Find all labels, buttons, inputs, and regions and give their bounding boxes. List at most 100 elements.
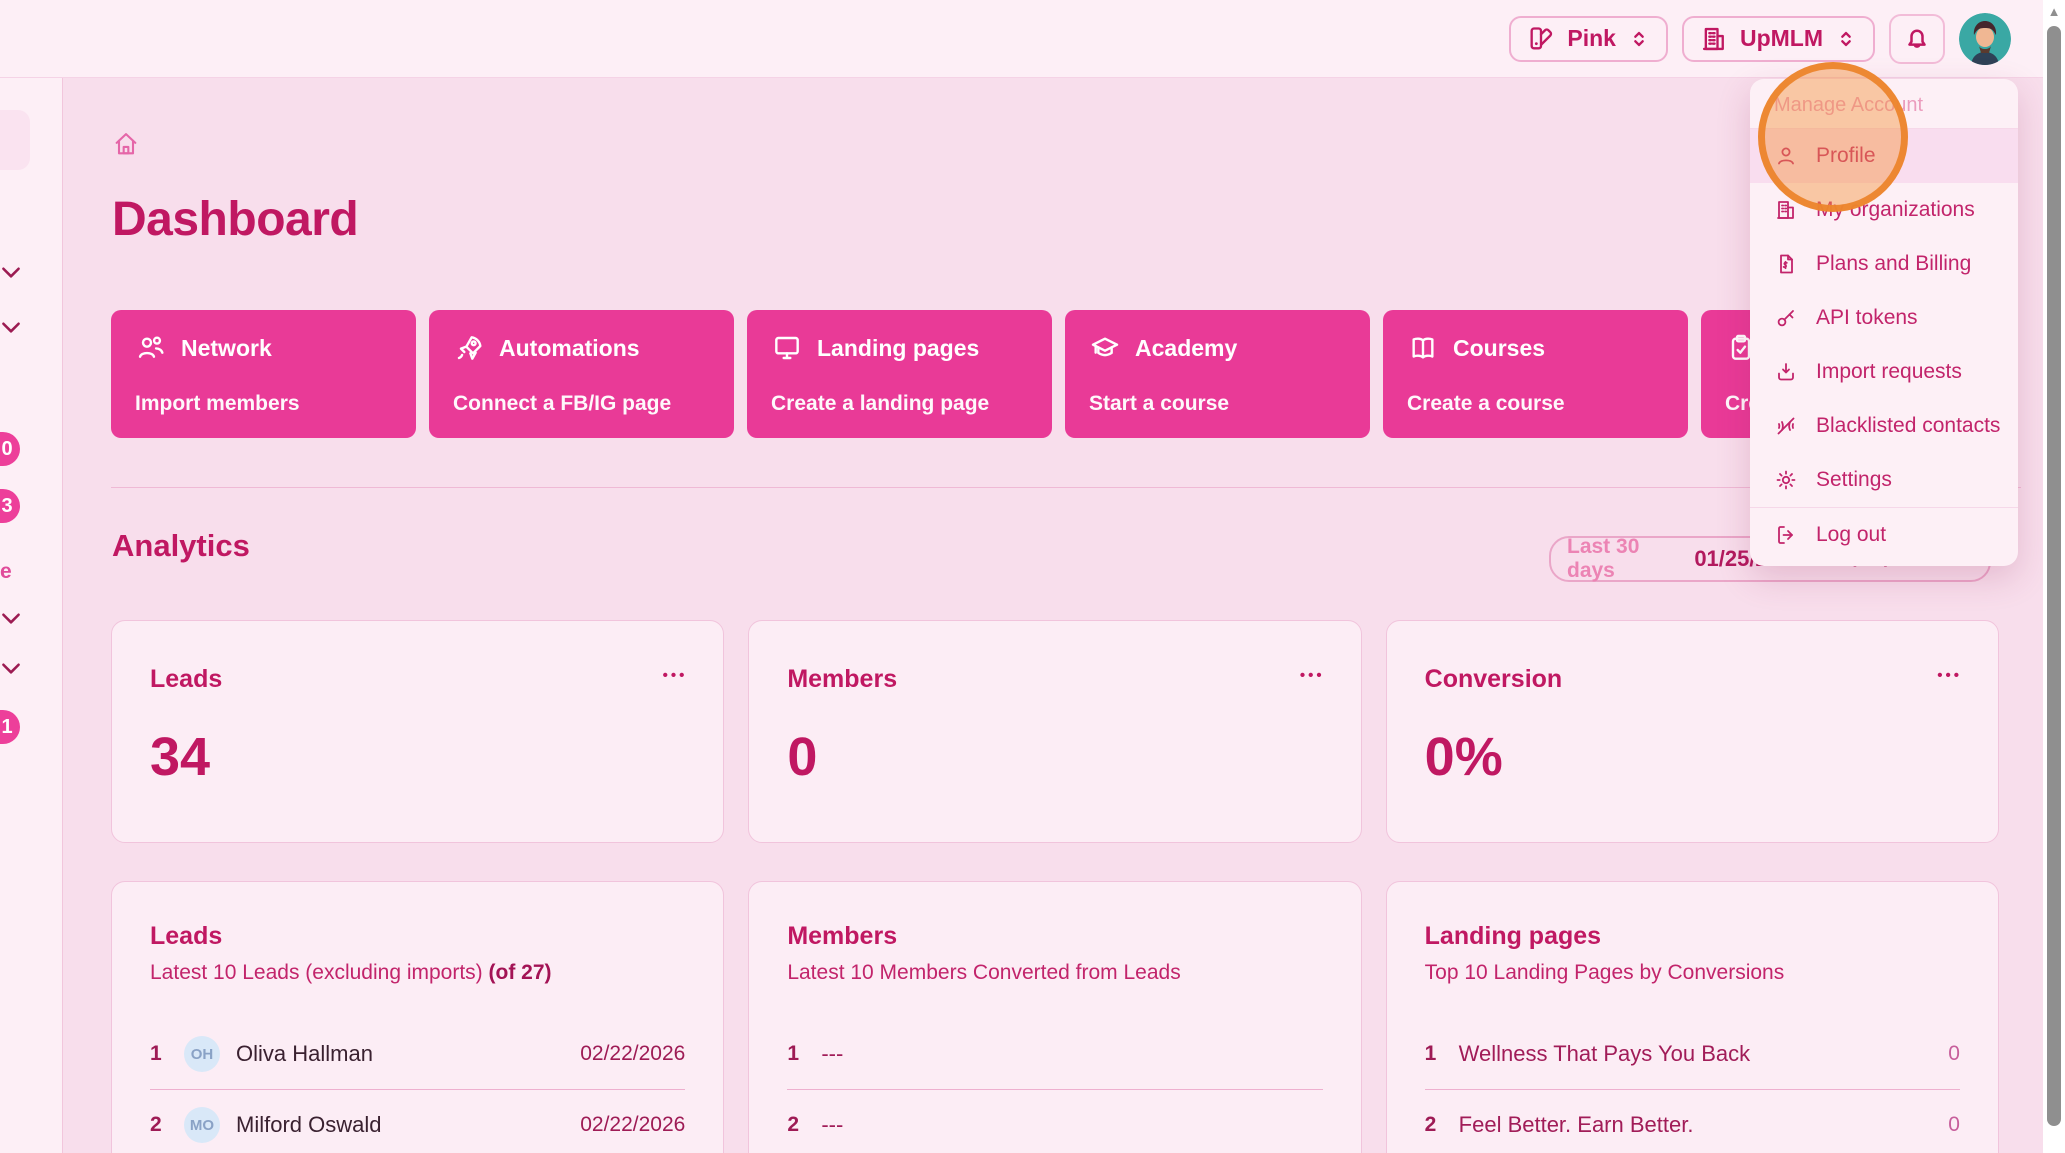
landing-page-conversions: 0 — [1948, 1113, 1960, 1137]
lead-initials-avatar: OH — [184, 1036, 220, 1072]
row-divider — [787, 1089, 1322, 1090]
row-divider — [1425, 1089, 1960, 1090]
stat-title: Conversion — [1425, 665, 1960, 694]
organization-selector-button[interactable]: UpMLM — [1682, 16, 1875, 62]
date-range-preset: Last 30 days — [1567, 535, 1682, 583]
menu-item-my-organizations[interactable]: My organizations — [1750, 183, 2018, 237]
topbar: Pink UpMLM — [0, 0, 2043, 78]
sidebar: 0 3 e 1 — [0, 78, 63, 1153]
quick-action-title: Network — [181, 335, 272, 362]
menu-item-import-requests[interactable]: Import requests — [1750, 345, 2018, 399]
stat-value: 0 — [787, 726, 1322, 788]
stats-row: Leads ••• 34 Members ••• 0 Conversion ••… — [111, 620, 1999, 843]
page-title: Dashboard — [112, 192, 358, 247]
account-menu-header: Manage Account — [1750, 79, 2018, 129]
quick-action-title: Courses — [1453, 335, 1545, 362]
list-title: Leads — [150, 922, 685, 951]
open-book-icon — [1407, 332, 1439, 364]
theme-selector-button[interactable]: Pink — [1509, 16, 1668, 62]
quick-action-subtitle: Start a course — [1089, 392, 1346, 416]
quick-action-network[interactable]: Network Import members — [111, 310, 416, 438]
home-icon[interactable] — [112, 130, 140, 158]
menu-item-blacklisted-contacts[interactable]: Blacklisted contacts — [1750, 399, 2018, 453]
sidebar-chevron-down-icon[interactable] — [0, 314, 24, 340]
quick-actions-row: Network Import members Automations Conne… — [111, 310, 2006, 438]
list-subtitle: Top 10 Landing Pages by Conversions — [1425, 961, 1960, 985]
landing-page-row[interactable]: 1 Wellness That Pays You Back 0 — [1425, 1033, 1960, 1075]
notifications-button[interactable] — [1889, 14, 1945, 64]
building-icon — [1700, 25, 1728, 53]
analytics-heading: Analytics — [112, 528, 250, 564]
sidebar-chevron-down-icon[interactable] — [0, 259, 24, 285]
menu-item-api-tokens[interactable]: API tokens — [1750, 291, 2018, 345]
menu-item-log-out[interactable]: Log out — [1750, 508, 2018, 562]
list-card-members: Members Latest 10 Members Converted from… — [748, 881, 1361, 1153]
sidebar-chevron-down-icon[interactable] — [0, 605, 24, 631]
menu-item-plans-and-billing[interactable]: Plans and Billing — [1750, 237, 2018, 291]
import-icon — [1774, 360, 1798, 384]
lead-row[interactable]: 2 MO Milford Oswald 02/22/2026 — [150, 1104, 685, 1146]
sidebar-count-badge: 1 — [0, 710, 20, 744]
main-content: Dashboard Network Import members — [64, 78, 2043, 1153]
quick-action-title: Landing pages — [817, 335, 979, 362]
quick-action-title: Automations — [499, 335, 640, 362]
bell-icon — [1902, 24, 1932, 54]
organizations-icon — [1774, 198, 1798, 222]
landing-page-name: Wellness That Pays You Back — [1459, 1041, 1949, 1067]
landing-page-name: Feel Better. Earn Better. — [1459, 1112, 1949, 1138]
lead-name: Oliva Hallman — [236, 1041, 580, 1067]
menu-item-profile[interactable]: Profile — [1750, 129, 2018, 183]
vertical-scrollbar[interactable]: ▲ — [2043, 0, 2065, 1153]
stat-title: Leads — [150, 665, 685, 694]
list-card-landing-pages: Landing pages Top 10 Landing Pages by Co… — [1386, 881, 1999, 1153]
sidebar-count-badge: 3 — [0, 489, 20, 523]
sidebar-active-item[interactable] — [0, 110, 30, 170]
lead-date: 02/22/2026 — [580, 1042, 685, 1066]
swatchbook-icon — [1527, 25, 1555, 53]
more-options-button[interactable]: ••• — [1937, 667, 1962, 684]
user-avatar[interactable] — [1959, 13, 2011, 65]
landing-page-row[interactable]: 2 Feel Better. Earn Better. 0 — [1425, 1104, 1960, 1146]
graduation-cap-icon — [1089, 332, 1121, 364]
lead-initials-avatar: MO — [184, 1107, 220, 1143]
list-title: Landing pages — [1425, 922, 1960, 951]
organization-selector-label: UpMLM — [1740, 25, 1823, 52]
list-card-leads: Leads Latest 10 Leads (excluding imports… — [111, 881, 724, 1153]
more-options-button[interactable]: ••• — [1300, 667, 1325, 684]
member-row[interactable]: 2 --- — [787, 1104, 1322, 1146]
billing-icon — [1774, 252, 1798, 276]
blacklist-icon — [1774, 414, 1798, 438]
member-row[interactable]: 1 --- — [787, 1033, 1322, 1075]
stat-card-members: Members ••• 0 — [748, 620, 1361, 843]
lists-row: Leads Latest 10 Leads (excluding imports… — [111, 881, 1999, 1153]
quick-action-subtitle: Connect a FB/IG page — [453, 392, 710, 416]
profile-icon — [1774, 144, 1798, 168]
lead-name: Milford Oswald — [236, 1112, 580, 1138]
logout-icon — [1774, 523, 1798, 547]
more-options-button[interactable]: ••• — [663, 667, 688, 684]
sidebar-chevron-down-icon[interactable] — [0, 655, 24, 681]
quick-action-automations[interactable]: Automations Connect a FB/IG page — [429, 310, 734, 438]
quick-action-courses[interactable]: Courses Create a course — [1383, 310, 1688, 438]
stat-card-leads: Leads ••• 34 — [111, 620, 724, 843]
list-subtitle: Latest 10 Members Converted from Leads — [787, 961, 1322, 985]
quick-action-subtitle: Create a landing page — [771, 392, 1028, 416]
quick-action-landing-pages[interactable]: Landing pages Create a landing page — [747, 310, 1052, 438]
list-subtitle: Latest 10 Leads (excluding imports) (of … — [150, 961, 685, 985]
sidebar-count-badge: 0 — [0, 432, 20, 466]
scrollbar-thumb[interactable] — [2047, 26, 2061, 1126]
quick-action-academy[interactable]: Academy Start a course — [1065, 310, 1370, 438]
scrollbar-up-arrow[interactable]: ▲ — [2043, 0, 2065, 22]
account-dropdown-menu: Manage Account Profile My organizations … — [1750, 79, 2018, 566]
menu-item-settings[interactable]: Settings — [1750, 453, 2018, 507]
sidebar-label-fragment: e — [0, 560, 12, 584]
landing-page-conversions: 0 — [1948, 1042, 1960, 1066]
unfold-chevron-icon — [1835, 28, 1857, 50]
monitor-icon — [771, 332, 803, 364]
network-icon — [135, 332, 167, 364]
rocket-icon — [453, 332, 485, 364]
stat-value: 34 — [150, 726, 685, 788]
settings-icon — [1774, 468, 1798, 492]
lead-row[interactable]: 1 OH Oliva Hallman 02/22/2026 — [150, 1033, 685, 1075]
stat-title: Members — [787, 665, 1322, 694]
